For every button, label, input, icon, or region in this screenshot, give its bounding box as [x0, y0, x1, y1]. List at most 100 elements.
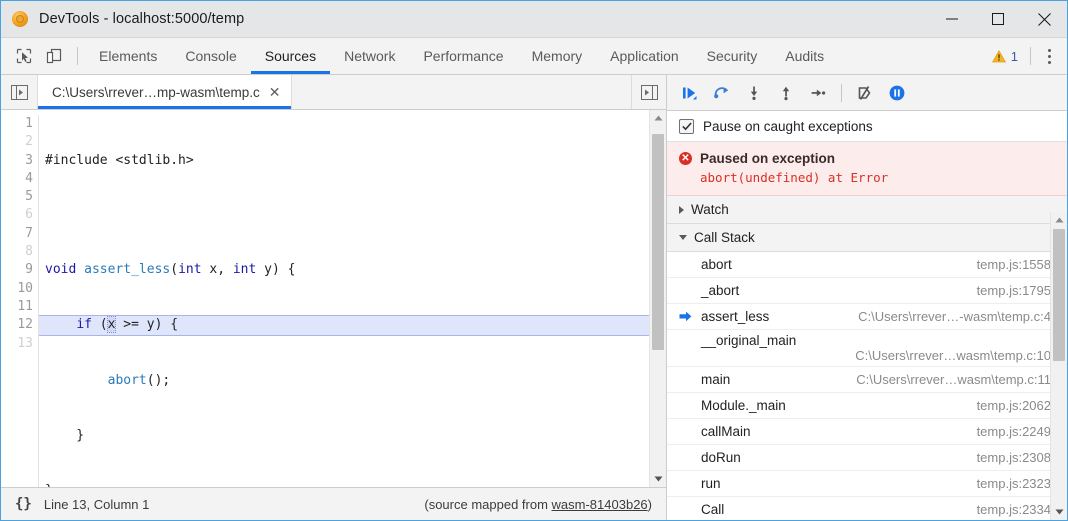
call-stack-row[interactable]: main C:\Users\rrever…wasm\temp.c:11 — [667, 367, 1067, 393]
line-number: 12 — [1, 316, 33, 334]
show-debugger-icon[interactable] — [631, 75, 666, 109]
debugger-toolbar — [667, 75, 1067, 111]
deactivate-breakpoints-button[interactable] — [850, 78, 880, 108]
call-stack-row[interactable]: doRun temp.js:2308 — [667, 445, 1067, 471]
watch-label: Watch — [691, 202, 729, 217]
frame-name: Module._main — [695, 398, 786, 413]
call-stack-row[interactable]: abort temp.js:1558 — [667, 252, 1067, 278]
pause-on-caught-checkbox[interactable] — [679, 119, 694, 134]
devtools-icon — [12, 11, 28, 27]
device-toolbar-icon[interactable] — [39, 38, 69, 74]
warning-badge[interactable]: 1 — [984, 49, 1026, 64]
call-stack-row[interactable]: run temp.js:2323 — [667, 471, 1067, 497]
window-controls — [929, 1, 1067, 37]
tab-memory[interactable]: Memory — [518, 38, 597, 74]
editor-scrollbar-thumb[interactable] — [652, 134, 664, 350]
frame-location: temp.js:1795 — [977, 283, 1051, 298]
minimize-button[interactable] — [929, 1, 975, 37]
step-into-button[interactable] — [739, 78, 769, 108]
show-navigator-icon[interactable] — [1, 75, 38, 109]
pause-on-caught-label: Pause on caught exceptions — [703, 119, 873, 134]
tab-application[interactable]: Application — [596, 38, 693, 74]
code-line-2 — [45, 206, 649, 224]
editor-scrollbar[interactable] — [649, 110, 666, 487]
devtools-window: DevTools - localhost:5000/temp — [0, 0, 1068, 521]
paused-on-exception-banner: ✕ Paused on exception abort(undefined) a… — [667, 142, 1067, 196]
frame-location: temp.js:1558 — [977, 257, 1051, 272]
error-circle-icon: ✕ — [679, 152, 692, 165]
kebab-menu-icon[interactable] — [1035, 49, 1063, 64]
tab-performance[interactable]: Performance — [409, 38, 517, 74]
step-out-button[interactable] — [771, 78, 801, 108]
call-stack-label: Call Stack — [694, 230, 755, 245]
exception-title-row: ✕ Paused on exception — [679, 151, 1055, 166]
frame-name: __original_main — [679, 333, 1051, 348]
cursor-position: Line 13, Column 1 — [44, 497, 150, 512]
debugger-scrollbar-thumb[interactable] — [1053, 229, 1065, 361]
tab-network[interactable]: Network — [330, 38, 409, 74]
toolbar-divider-2 — [1030, 47, 1031, 65]
step-button[interactable] — [803, 78, 833, 108]
line-number: 8 — [1, 243, 33, 261]
chevron-down-icon — [679, 235, 687, 240]
scroll-down-icon[interactable] — [1051, 504, 1067, 520]
warning-count: 1 — [1011, 49, 1018, 64]
source-map-suffix: ) — [648, 497, 652, 512]
close-icon[interactable]: ✕ — [269, 85, 281, 99]
code-line-3: void assert_less(int x, int y) { — [45, 261, 649, 279]
chevron-right-icon — [679, 206, 684, 214]
tab-elements[interactable]: Elements — [85, 38, 171, 74]
call-stack-row[interactable]: callMain temp.js:2249 — [667, 419, 1067, 445]
step-over-button[interactable] — [707, 78, 737, 108]
call-stack-row[interactable]: __original_main C:\Users\rrever…wasm\tem… — [667, 330, 1067, 367]
debugger-toolbar-divider — [841, 84, 842, 102]
line-number: 5 — [1, 188, 33, 206]
frame-location: C:\Users\rrever…wasm\temp.c:10 — [679, 348, 1051, 363]
frame-location: temp.js:2249 — [977, 424, 1051, 439]
call-stack-section-header[interactable]: Call Stack — [667, 224, 1067, 252]
toolbar-divider — [77, 47, 78, 65]
call-stack-list[interactable]: abort temp.js:1558 _abort temp.js:1795 a… — [667, 252, 1067, 520]
call-stack-row[interactable]: Call temp.js:2334 — [667, 497, 1067, 520]
pretty-print-icon[interactable]: {} — [1, 496, 44, 512]
tab-audits[interactable]: Audits — [771, 38, 838, 74]
debugger-scrollbar[interactable] — [1050, 212, 1067, 520]
scroll-up-icon[interactable] — [1051, 212, 1067, 228]
line-number: 2 — [1, 133, 33, 151]
file-tab-temp-c[interactable]: C:\Users\rrever…mp-wasm\temp.c ✕ — [38, 75, 292, 109]
frame-name: run — [695, 476, 721, 491]
line-number: 9 — [1, 261, 33, 279]
frame-name: _abort — [695, 283, 739, 298]
code-lines[interactable]: #include <stdlib.h> void assert_less(int… — [39, 115, 649, 487]
code-line-1: #include <stdlib.h> — [45, 152, 649, 170]
frame-location: temp.js:2323 — [977, 476, 1051, 491]
frame-name: assert_less — [695, 309, 769, 324]
current-frame-arrow-icon — [679, 311, 695, 322]
line-number: 4 — [1, 170, 33, 188]
source-map-link[interactable]: wasm-81403b26 — [552, 497, 648, 512]
exception-detail: abort(undefined) at Error — [700, 170, 1055, 185]
frame-name: abort — [695, 257, 732, 272]
resume-script-button[interactable] — [675, 78, 705, 108]
call-stack-row-selected[interactable]: assert_less C:\Users\rrever…-wasm\temp.c… — [667, 304, 1067, 330]
call-stack-row[interactable]: _abort temp.js:1795 — [667, 278, 1067, 304]
maximize-button[interactable] — [975, 1, 1021, 37]
scroll-down-icon[interactable] — [650, 471, 666, 487]
watch-section-header[interactable]: Watch — [667, 196, 1067, 224]
pause-on-caught-exceptions-row[interactable]: Pause on caught exceptions — [667, 111, 1067, 142]
call-stack-row[interactable]: Module._main temp.js:2062 — [667, 393, 1067, 419]
line-number: 6 — [1, 206, 33, 224]
pause-on-exceptions-button[interactable] — [882, 78, 912, 108]
tab-sources[interactable]: Sources — [251, 38, 330, 74]
inspect-element-icon[interactable] — [9, 38, 39, 74]
frame-location: C:\Users\rrever…-wasm\temp.c:4 — [858, 309, 1051, 324]
tab-console[interactable]: Console — [171, 38, 250, 74]
code-editor[interactable]: 1 2 3 4 5 6 7 8 9 10 11 12 13 — [1, 110, 666, 487]
tab-security[interactable]: Security — [693, 38, 772, 74]
close-button[interactable] — [1021, 1, 1067, 37]
line-number: 10 — [1, 280, 33, 298]
code-area[interactable]: 1 2 3 4 5 6 7 8 9 10 11 12 13 — [1, 110, 649, 487]
scroll-up-icon[interactable] — [650, 110, 666, 126]
exception-title: Paused on exception — [700, 151, 835, 166]
sources-pane: C:\Users\rrever…mp-wasm\temp.c ✕ 1 — [1, 75, 667, 520]
